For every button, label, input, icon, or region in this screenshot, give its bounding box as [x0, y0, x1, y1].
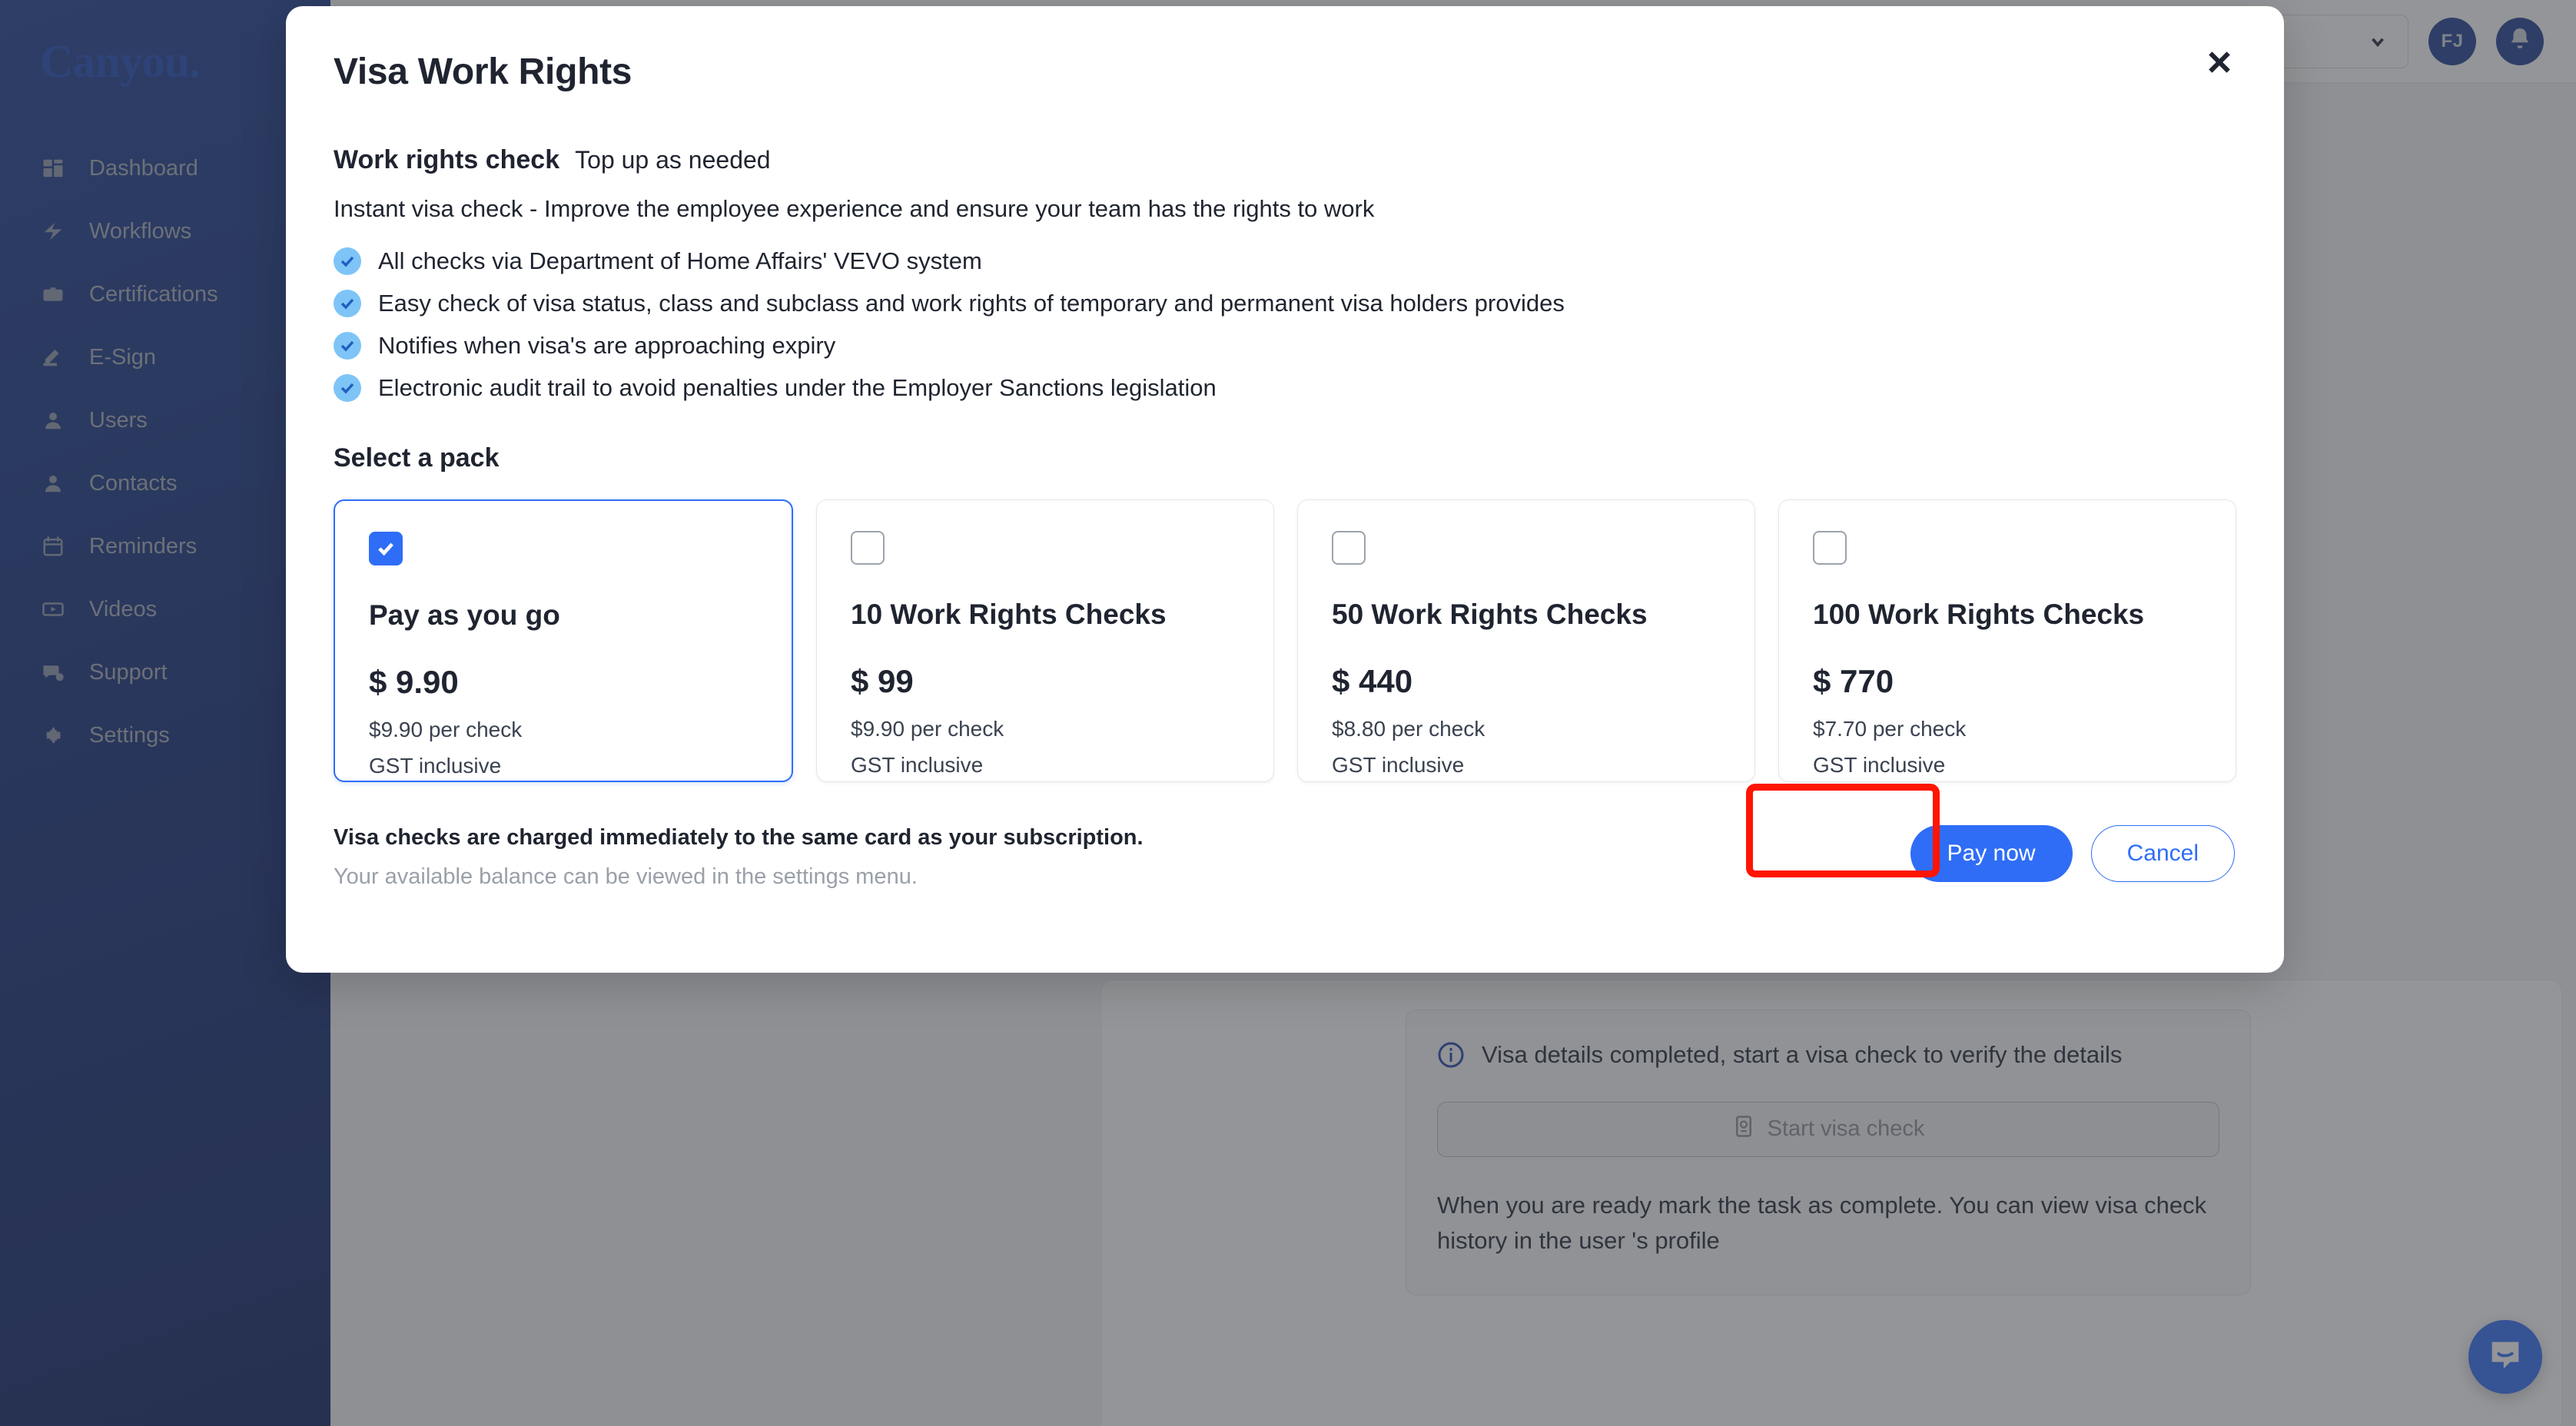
pack-gst-note: GST inclusive [369, 754, 502, 778]
check-circle-icon [334, 290, 361, 317]
footer-notes: Visa checks are charged immediately to t… [334, 825, 1144, 890]
feature-label: Notifies when visa's are approaching exp… [378, 332, 836, 359]
feature-label: Electronic audit trail to avoid penaltie… [378, 374, 1217, 401]
pack-checkbox[interactable] [369, 532, 403, 565]
pack-price: $ 770 [1813, 663, 1894, 699]
feature-item: All checks via Department of Home Affair… [334, 247, 2236, 275]
check-circle-icon [334, 374, 361, 402]
pack-name: 50 Work Rights Checks [1332, 599, 1648, 630]
cancel-button[interactable]: Cancel [2090, 825, 2235, 882]
pack-price: $ 9.90 [369, 664, 459, 700]
pack-card-50-checks[interactable]: 50 Work Rights Checks $ 440 $8.80 per ch… [1297, 499, 1755, 782]
balance-note: Your available balance can be viewed in … [334, 864, 918, 889]
pack-gst-note: GST inclusive [1332, 753, 1465, 777]
close-icon [2204, 47, 2235, 80]
check-circle-icon [334, 332, 361, 360]
pack-checkbox[interactable] [1813, 531, 1847, 565]
close-button[interactable] [2198, 41, 2241, 85]
pack-per-check: $8.80 per check [1332, 717, 1486, 741]
pack-price: $ 99 [851, 663, 914, 699]
pack-per-check: $7.70 per check [1813, 717, 1967, 741]
pack-name: 100 Work Rights Checks [1813, 599, 2145, 630]
feature-label: All checks via Department of Home Affair… [378, 247, 982, 274]
pack-gst-note: GST inclusive [1813, 753, 1946, 777]
footer-buttons: Pay now Cancel [1910, 825, 2236, 882]
check-circle-icon [334, 247, 361, 275]
pack-card-10-checks[interactable]: 10 Work Rights Checks $ 99 $9.90 per che… [816, 499, 1274, 782]
feature-list: All checks via Department of Home Affair… [334, 247, 2236, 402]
pack-card-pay-as-you-go[interactable]: Pay as you go $ 9.90 $9.90 per check GST… [334, 499, 793, 782]
feature-label: Easy check of visa status, class and sub… [378, 290, 1565, 317]
screen: Canyou. Dashboard Workflows Certificatio… [0, 0, 2576, 1426]
pack-name: 10 Work Rights Checks [851, 599, 1167, 630]
work-rights-check-heading: Work rights check Top up as needed [334, 145, 2236, 175]
section-subtitle: Instant visa check - Improve the employe… [334, 195, 1375, 222]
pack-checkbox[interactable] [1332, 531, 1366, 565]
pack-gst-note: GST inclusive [851, 753, 984, 777]
check-icon [378, 542, 393, 556]
feature-item: Electronic audit trail to avoid penaltie… [334, 374, 2236, 402]
pay-now-button[interactable]: Pay now [1910, 825, 2073, 882]
charge-note: Visa checks are charged immediately to t… [334, 825, 1144, 850]
select-pack-heading: Select a pack [334, 443, 500, 473]
feature-item: Notifies when visa's are approaching exp… [334, 332, 2236, 360]
pack-per-check: $9.90 per check [369, 718, 523, 741]
pack-price: $ 440 [1332, 663, 1413, 699]
visa-work-rights-modal: Visa Work Rights Work rights check Top u… [286, 6, 2284, 973]
feature-item: Easy check of visa status, class and sub… [334, 290, 2236, 317]
pack-checkbox[interactable] [851, 531, 885, 565]
section-heading-bold: Work rights check [334, 145, 560, 174]
pack-name: Pay as you go [369, 599, 560, 631]
modal-title: Visa Work Rights [334, 51, 632, 92]
pack-list: Pay as you go $ 9.90 $9.90 per check GST… [334, 499, 2236, 782]
modal-footer: Visa checks are charged immediately to t… [334, 825, 2236, 890]
section-heading-note: Top up as needed [575, 146, 771, 174]
pack-card-100-checks[interactable]: 100 Work Rights Checks $ 770 $7.70 per c… [1778, 499, 2236, 782]
pack-per-check: $9.90 per check [851, 717, 1004, 741]
